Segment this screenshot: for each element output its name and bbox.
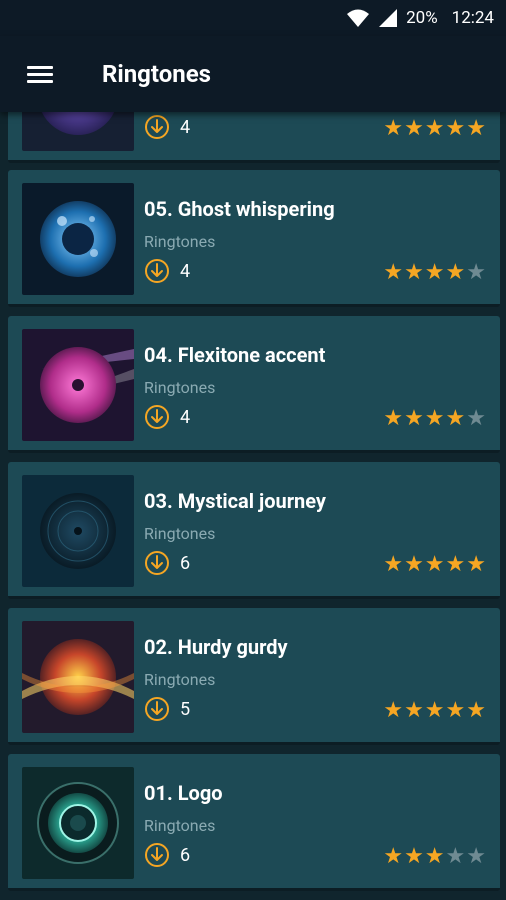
- ringtone-title: 05. Ghost whispering: [144, 197, 335, 221]
- star-icon: ★: [445, 698, 466, 723]
- star-icon: ★: [424, 552, 445, 577]
- ringtone-category: Ringtones: [144, 816, 216, 835]
- status-bar: 20% 12:24: [0, 0, 506, 36]
- star-icon: ★: [383, 698, 404, 723]
- star-icon: ★: [424, 260, 445, 285]
- download-icon: [145, 551, 169, 575]
- download-icon: [145, 697, 169, 721]
- ringtone-card[interactable]: 4 ★ ★ ★ ★ ★: [8, 112, 500, 163]
- ringtone-list[interactable]: 4 ★ ★ ★ ★ ★ 05. Ghost whispering Rington…: [0, 112, 506, 900]
- star-icon: ★: [404, 260, 424, 285]
- battery-percent: 20%: [406, 8, 438, 28]
- download-count: 6: [144, 842, 190, 868]
- star-icon: ★: [466, 116, 486, 141]
- wifi-icon: [347, 9, 370, 27]
- download-count: 4: [144, 258, 190, 284]
- star-icon: ★: [383, 844, 404, 869]
- download-count-value: 5: [180, 698, 191, 720]
- download-count-value: 4: [180, 260, 191, 282]
- ringtone-thumbnail: [22, 621, 134, 733]
- app-bar: Ringtones: [0, 36, 506, 112]
- download-icon: [145, 843, 169, 867]
- ringtone-card[interactable]: 03. Mystical journey Ringtones 6 ★ ★ ★ ★…: [8, 462, 500, 599]
- download-count: 6: [144, 550, 190, 576]
- ringtone-card[interactable]: 02. Hurdy gurdy Ringtones 5 ★ ★ ★ ★ ★: [8, 608, 500, 745]
- ringtone-category: Ringtones: [144, 378, 216, 397]
- ringtone-thumbnail: [22, 767, 134, 879]
- clock: 12:24: [451, 8, 494, 28]
- rating-stars: ★ ★ ★ ★ ★: [383, 262, 486, 284]
- ringtone-category: Ringtones: [144, 524, 216, 543]
- star-icon: ★: [404, 406, 424, 431]
- star-icon: ★: [383, 260, 404, 285]
- rating-stars: ★ ★ ★ ★ ★: [383, 408, 486, 430]
- download-count-value: 4: [180, 406, 191, 428]
- star-icon: ★: [404, 116, 424, 141]
- ringtone-thumbnail: [22, 183, 134, 295]
- rating-stars: ★ ★ ★ ★ ★: [383, 700, 486, 722]
- star-icon: ★: [466, 260, 486, 285]
- ringtone-category: Ringtones: [144, 670, 216, 689]
- star-icon: ★: [404, 552, 424, 577]
- ringtone-card[interactable]: 01. Logo Ringtones 6 ★ ★ ★ ★ ★: [8, 754, 500, 891]
- rating-stars: ★ ★ ★ ★ ★: [383, 118, 486, 140]
- ringtone-thumbnail: [22, 112, 134, 151]
- star-icon: ★: [424, 698, 445, 723]
- ringtone-category: Ringtones: [144, 232, 216, 251]
- download-icon: [145, 405, 169, 429]
- star-icon: ★: [466, 844, 486, 869]
- star-icon: ★: [466, 552, 486, 577]
- ringtone-card[interactable]: 05. Ghost whispering Ringtones 4 ★ ★ ★ ★…: [8, 170, 500, 307]
- download-count-value: 4: [180, 116, 191, 138]
- star-icon: ★: [404, 844, 424, 869]
- star-icon: ★: [445, 844, 466, 869]
- star-icon: ★: [445, 116, 466, 141]
- cellular-signal-icon: [379, 9, 398, 27]
- star-icon: ★: [445, 406, 466, 431]
- rating-stars: ★ ★ ★ ★ ★: [383, 554, 486, 576]
- star-icon: ★: [424, 406, 445, 431]
- star-icon: ★: [383, 116, 404, 141]
- star-icon: ★: [424, 844, 445, 869]
- star-icon: ★: [404, 698, 424, 723]
- ringtone-title: 01. Logo: [144, 781, 223, 805]
- ringtone-title: 02. Hurdy gurdy: [144, 635, 288, 659]
- ringtone-thumbnail: [22, 329, 134, 441]
- star-icon: ★: [466, 406, 486, 431]
- ringtone-title: 03. Mystical journey: [144, 489, 326, 513]
- download-count: 5: [144, 696, 190, 722]
- download-icon: [145, 259, 169, 283]
- rating-stars: ★ ★ ★ ★ ★: [383, 846, 486, 868]
- ringtone-title: 04. Flexitone accent: [144, 343, 326, 367]
- star-icon: ★: [445, 552, 466, 577]
- download-count-value: 6: [180, 844, 191, 866]
- download-count-value: 6: [180, 552, 191, 574]
- star-icon: ★: [466, 698, 486, 723]
- star-icon: ★: [383, 552, 404, 577]
- ringtone-thumbnail: [22, 475, 134, 587]
- page-title: Ringtones: [102, 60, 211, 88]
- menu-button[interactable]: [0, 36, 80, 112]
- star-icon: ★: [383, 406, 404, 431]
- download-count: 4: [144, 114, 190, 140]
- star-icon: ★: [424, 116, 445, 141]
- star-icon: ★: [445, 260, 466, 285]
- ringtone-card[interactable]: 04. Flexitone accent Ringtones 4 ★ ★ ★ ★…: [8, 316, 500, 453]
- hamburger-icon: [27, 62, 53, 87]
- download-count: 4: [144, 404, 190, 430]
- download-icon: [145, 115, 169, 139]
